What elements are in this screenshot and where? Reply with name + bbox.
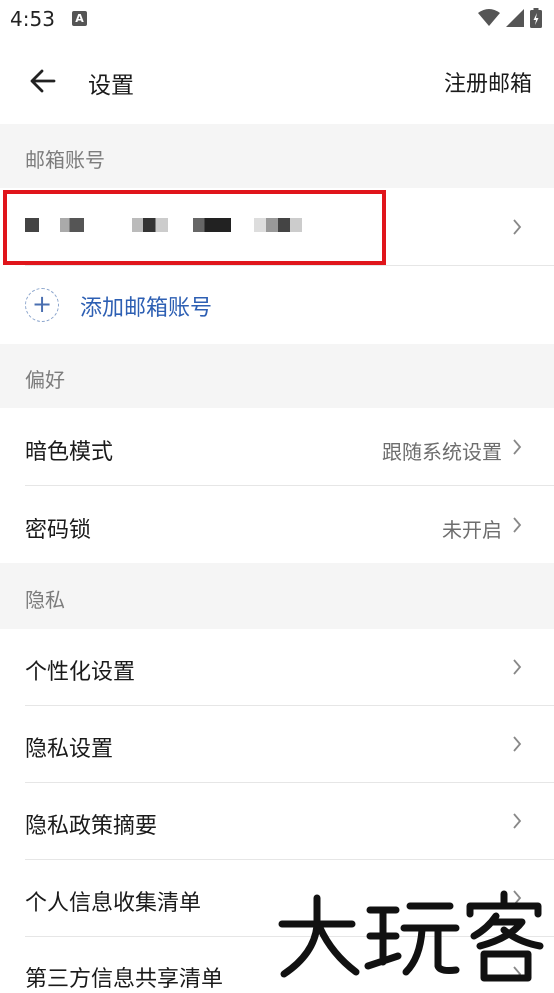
back-button[interactable] xyxy=(26,64,60,98)
chevron-right-icon xyxy=(513,736,522,752)
register-email-link[interactable]: 注册邮箱 xyxy=(444,66,532,98)
section-header-privacy: 隐私 xyxy=(0,563,554,629)
status-bar: 4:53 A xyxy=(0,0,554,40)
dark-mode-row[interactable]: 暗色模式 跟随系统设置 xyxy=(0,408,554,485)
privacy-settings-row[interactable]: 隐私设置 xyxy=(0,706,554,782)
personalization-settings-row[interactable]: 个性化设置 xyxy=(0,629,554,705)
wifi-icon xyxy=(478,9,500,26)
highlight-box xyxy=(3,190,386,265)
add-account-label: 添加邮箱账号 xyxy=(80,296,213,321)
chevron-right-icon xyxy=(513,219,522,235)
signal-icon xyxy=(506,9,524,27)
battery-icon xyxy=(530,8,542,28)
row-label: 第三方信息共享清单 xyxy=(25,967,224,992)
privacy-policy-summary-row[interactable]: 隐私政策摘要 xyxy=(0,783,554,859)
password-lock-row[interactable]: 密码锁 未开启 xyxy=(0,486,554,563)
chevron-right-icon xyxy=(513,813,522,829)
page-title: 设置 xyxy=(88,73,134,99)
plus-icon: + xyxy=(25,288,59,322)
section-header-accounts: 邮箱账号 xyxy=(0,124,554,188)
row-label: 隐私设置 xyxy=(25,737,114,762)
row-label: 个性化设置 xyxy=(25,660,136,685)
row-label: 密码锁 xyxy=(25,518,92,543)
section-title: 偏好 xyxy=(25,368,65,392)
add-email-account-button[interactable]: + 添加邮箱账号 xyxy=(0,266,554,344)
notification-icon: A xyxy=(72,11,87,26)
back-arrow-icon xyxy=(30,69,56,93)
status-icons xyxy=(478,8,542,28)
app-bar: 设置 注册邮箱 xyxy=(0,40,554,124)
chevron-right-icon xyxy=(513,659,522,675)
section-header-preferences: 偏好 xyxy=(0,344,554,408)
row-label: 暗色模式 xyxy=(25,440,114,465)
status-time: 4:53 xyxy=(10,7,55,31)
row-value: 未开启 xyxy=(442,518,502,542)
row-label: 个人信息收集清单 xyxy=(25,891,202,916)
row-value: 跟随系统设置 xyxy=(382,440,502,464)
watermark-logo xyxy=(278,890,544,982)
section-title: 隐私 xyxy=(25,588,65,612)
chevron-right-icon xyxy=(513,517,522,533)
chevron-right-icon xyxy=(513,439,522,455)
section-title: 邮箱账号 xyxy=(25,148,105,172)
row-label: 隐私政策摘要 xyxy=(25,814,158,839)
